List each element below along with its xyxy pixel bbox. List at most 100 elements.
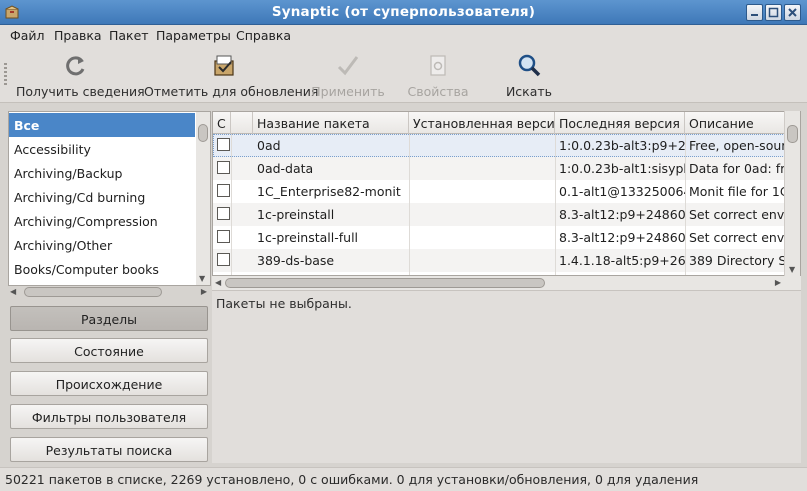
package-checkbox[interactable] (217, 230, 230, 243)
category-list[interactable]: Все Accessibility Archiving/Backup Archi… (8, 111, 211, 286)
scrollbar-thumb[interactable] (198, 124, 208, 142)
column-divider (409, 134, 410, 275)
search-results-button[interactable]: Результаты поиска (10, 437, 208, 462)
package-latest-version: 8.3-alt12:p9+248609.1 (559, 230, 685, 245)
category-item[interactable]: Все (9, 113, 195, 137)
status-button[interactable]: Состояние (10, 338, 208, 363)
column-installed-version[interactable]: Установленная версия (409, 112, 555, 134)
search-label: Искать (505, 84, 553, 99)
package-name: 389-ds-base (257, 253, 335, 268)
mark-upgrades-button[interactable]: Отметить для обновления (144, 48, 319, 100)
toolbar-grip[interactable] (4, 63, 7, 85)
package-name: 0ad-data (257, 161, 314, 176)
package-checkbox[interactable] (217, 161, 230, 174)
package-latest-version: 1:0.0.23b-alt1:sisyphus (559, 161, 685, 176)
package-installed-version (409, 134, 555, 157)
window-title: Synaptic (от суперпользователя) (271, 4, 536, 20)
scroll-down-arrow-icon[interactable]: ▼ (789, 265, 795, 274)
menu-edit[interactable]: Правка (54, 28, 102, 43)
package-installed-version (409, 180, 555, 203)
package-name: 1c-preinstall-full (257, 230, 359, 245)
menu-help[interactable]: Справка (236, 28, 291, 43)
package-checkbox[interactable] (217, 253, 230, 266)
details-text: Пакеты не выбраны. (216, 296, 352, 311)
menu-package[interactable]: Пакет (109, 28, 149, 43)
package-checkbox[interactable] (217, 184, 230, 197)
column-description[interactable]: Описание (685, 112, 787, 134)
package-latest-version: 1.4.1.18-alt5:p9+26347 (559, 253, 685, 268)
menu-bar: Файл Правка Пакет Параметры Справка (0, 25, 807, 45)
scroll-left-arrow-icon[interactable]: ◀ (10, 287, 16, 296)
package-description: Monit file for 1C E (689, 184, 787, 199)
package-description: Set correct enviro (689, 230, 787, 245)
package-installed-version (409, 157, 555, 180)
table-row[interactable]: 389-ds-base 1.4.1.18-alt5:p9+26347 389 D… (213, 249, 787, 272)
column-icon[interactable] (231, 112, 253, 134)
close-icon (788, 8, 797, 17)
package-description: Data for 0ad: free (689, 161, 787, 176)
menu-file[interactable]: Файл (10, 28, 45, 43)
category-item[interactable]: Archiving/Cd burning (9, 185, 195, 209)
properties-button[interactable]: Свойства (400, 48, 476, 100)
properties-label: Свойства (407, 84, 469, 99)
minimize-button[interactable] (746, 4, 763, 21)
category-vertical-scrollbar[interactable]: ▼ (196, 112, 210, 285)
package-checkbox[interactable] (217, 207, 230, 220)
category-horizontal-scrollbar[interactable]: ◀ ▶ (8, 285, 211, 299)
package-vertical-scrollbar[interactable]: ▼ (784, 111, 800, 276)
reload-label: Получить сведения (16, 84, 145, 99)
package-latest-version: 0.1-alt1@1332500649 (559, 184, 685, 199)
package-description: Free, open-source (689, 138, 787, 153)
search-button[interactable]: Искать (494, 48, 564, 100)
table-row[interactable]: 1c-preinstall-full 8.3-alt12:p9+248609.1… (213, 226, 787, 249)
package-details-panel: Пакеты не выбраны. (212, 290, 801, 463)
mark-upgrades-label: Отметить для обновления (144, 84, 319, 99)
category-item[interactable]: Archiving/Backup (9, 161, 195, 185)
minimize-icon (751, 14, 758, 16)
category-item[interactable]: Accessibility (9, 137, 195, 161)
package-name: 0ad (257, 138, 281, 153)
maximize-button[interactable] (765, 4, 782, 21)
category-item[interactable]: Archiving/Compression (9, 209, 195, 233)
column-status[interactable]: С (213, 112, 231, 134)
table-row[interactable]: 0ad-data 1:0.0.23b-alt1:sisyphus Data fo… (213, 157, 787, 180)
package-latest-version: 1:0.0.23b-alt3:p9+2368 (559, 138, 685, 153)
apply-button[interactable]: Применить (310, 48, 386, 100)
package-list[interactable]: С Название пакета Установленная версия П… (212, 111, 801, 276)
scrollbar-thumb[interactable] (787, 125, 798, 143)
apply-icon (337, 56, 359, 76)
package-checkbox[interactable] (217, 138, 230, 151)
reload-button[interactable]: Получить сведения (16, 48, 145, 100)
column-latest-version[interactable]: Последняя версия (555, 112, 685, 134)
column-name[interactable]: Название пакета (253, 112, 409, 134)
package-description: 389 Directory Ser (689, 253, 787, 268)
package-installed-version (409, 226, 555, 249)
toolbar: Получить сведения Отметить для обновлени… (0, 45, 807, 103)
scrollbar-track[interactable] (18, 287, 197, 297)
scroll-right-arrow-icon[interactable]: ▶ (775, 278, 781, 287)
scroll-down-arrow-icon[interactable]: ▼ (199, 274, 205, 283)
scrollbar-thumb[interactable] (24, 287, 162, 297)
table-row[interactable]: 1C_Enterprise82-monit 0.1-alt1@133250064… (213, 180, 787, 203)
column-divider (231, 134, 232, 275)
category-item[interactable]: Books/Computer books (9, 257, 195, 281)
package-horizontal-scrollbar[interactable]: ◀ ▶ (212, 276, 801, 290)
origin-button[interactable]: Происхождение (10, 371, 208, 396)
sections-button[interactable]: Разделы (10, 306, 208, 331)
table-row[interactable]: 1c-preinstall 8.3-alt12:p9+248609.1 Set … (213, 203, 787, 226)
scroll-left-arrow-icon[interactable]: ◀ (215, 278, 221, 287)
table-row[interactable]: 0ad 1:0.0.23b-alt3:p9+2368 Free, open-so… (213, 134, 787, 157)
apply-label: Применить (311, 84, 385, 99)
close-button[interactable] (784, 4, 801, 21)
menu-settings[interactable]: Параметры (156, 28, 231, 43)
custom-filters-button[interactable]: Фильтры пользователя (10, 404, 208, 429)
package-list-header: С Название пакета Установленная версия П… (213, 112, 787, 134)
package-name: 1c-preinstall (257, 207, 335, 222)
properties-icon (430, 55, 446, 76)
scrollbar-thumb[interactable] (225, 278, 545, 288)
reload-icon (66, 56, 85, 76)
scroll-right-arrow-icon[interactable]: ▶ (201, 287, 207, 296)
mark-upgrades-icon (214, 55, 234, 76)
category-item[interactable]: Archiving/Other (9, 233, 195, 257)
package-latest-version: 8.3-alt12:p9+248609.1 (559, 207, 685, 222)
